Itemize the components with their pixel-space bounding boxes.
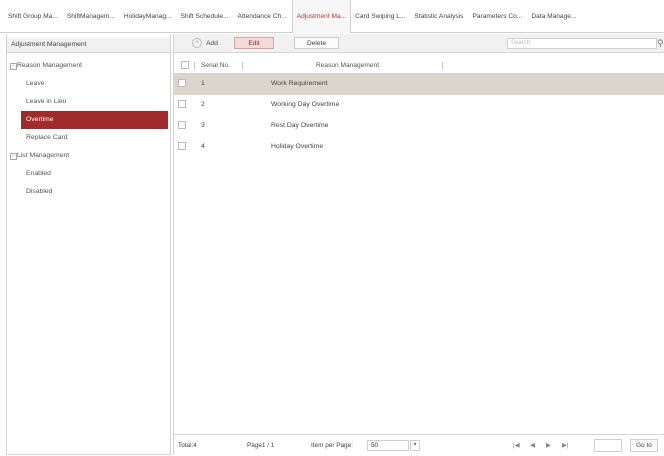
tree-group-reason-management[interactable]: − Reason Management bbox=[7, 57, 170, 75]
toolbar: + Add Edit Delete Search ⚲ bbox=[174, 34, 664, 53]
delete-button[interactable]: Delete bbox=[294, 37, 339, 49]
tab-parameters-config[interactable]: Parameters Co... bbox=[468, 0, 527, 33]
collapse-icon[interactable]: − bbox=[10, 63, 17, 70]
first-page-icon[interactable]: |◀ bbox=[513, 440, 520, 451]
column-header-serial[interactable]: Serial No. bbox=[201, 58, 230, 73]
tab-adjustment-management[interactable]: Adjustment Ma... bbox=[291, 0, 352, 33]
row-serial: 4 bbox=[201, 143, 205, 150]
tab-card-swiping-log[interactable]: Card Swiping L... bbox=[351, 0, 410, 33]
checkbox-icon bbox=[178, 100, 186, 109]
chevron-down-icon[interactable]: ▾ bbox=[410, 440, 420, 451]
column-divider bbox=[242, 62, 243, 70]
row-reason: Holiday Overtime bbox=[271, 143, 324, 150]
total-count: Total:4 bbox=[178, 442, 197, 449]
page-number-input[interactable] bbox=[594, 439, 622, 452]
sidebar-item-leave[interactable]: Leave bbox=[7, 75, 170, 93]
items-per-page-label: Item per Page: bbox=[311, 442, 353, 449]
checkbox-icon bbox=[181, 61, 189, 70]
select-all-checkbox[interactable] bbox=[181, 58, 189, 73]
table-header: Serial No. Reason Management bbox=[174, 58, 664, 74]
sidebar-item-enabled[interactable]: Enabled bbox=[7, 165, 170, 183]
prev-page-icon[interactable]: ◀ bbox=[530, 440, 535, 451]
row-serial: 2 bbox=[201, 101, 205, 108]
sidebar-item-label: Leave in Lieu bbox=[26, 98, 67, 105]
sidebar-item-label: Overtime bbox=[26, 116, 54, 123]
table-row[interactable]: 1 Work Requirement bbox=[174, 74, 664, 95]
tree-group-label: Reason Management bbox=[17, 62, 82, 69]
sidebar-item-label: Replace Card bbox=[26, 134, 68, 141]
sidebar-item-overtime[interactable]: Overtime bbox=[21, 111, 168, 129]
collapse-icon[interactable]: − bbox=[10, 153, 17, 160]
tab-statistic-analysis[interactable]: Statistic Analysis bbox=[410, 0, 468, 33]
edit-button[interactable]: Edit bbox=[234, 37, 274, 49]
column-header-reason[interactable]: Reason Management bbox=[316, 58, 379, 73]
row-reason: Work Requirement bbox=[271, 80, 328, 87]
checkbox-icon bbox=[178, 79, 186, 88]
table-row[interactable]: 2 Working Day Overtime bbox=[174, 95, 664, 116]
row-reason: Working Day Overtime bbox=[271, 101, 340, 108]
tab-shift-management[interactable]: ShiftManagem... bbox=[63, 0, 120, 33]
table-body: 1 Work Requirement 2 Working Day Overtim… bbox=[174, 74, 664, 158]
table-row[interactable]: 4 Holiday Overtime bbox=[174, 137, 664, 158]
checkbox-icon bbox=[178, 142, 186, 151]
row-reason: Rest Day Overtime bbox=[271, 122, 329, 129]
page-indicator: Page1 / 1 bbox=[247, 442, 275, 449]
tab-holiday-management[interactable]: HolidayManag... bbox=[120, 0, 177, 33]
sidebar-header: Adjustment Management bbox=[7, 38, 170, 53]
sidebar-tree: − Reason Management Leave Leave in Lieu … bbox=[7, 53, 170, 201]
sidebar-item-label: Disabled bbox=[26, 188, 53, 195]
search-input[interactable]: Search bbox=[507, 38, 657, 49]
checkbox-icon bbox=[178, 121, 186, 130]
sidebar: Adjustment Management − Reason Managemen… bbox=[6, 34, 171, 455]
tree-group-list-management[interactable]: − List Management bbox=[7, 147, 170, 165]
tab-shift-schedule[interactable]: Shift Schedule... bbox=[177, 0, 234, 33]
row-checkbox[interactable] bbox=[178, 95, 186, 115]
row-checkbox[interactable] bbox=[178, 116, 186, 136]
sidebar-item-replace-card[interactable]: Replace Card bbox=[7, 129, 170, 147]
row-checkbox[interactable] bbox=[178, 137, 186, 157]
go-to-button[interactable]: Go to bbox=[630, 439, 658, 452]
tab-data-management[interactable]: Data Manage... bbox=[527, 0, 581, 33]
add-button-label: Add bbox=[206, 40, 218, 47]
tab-shift-group[interactable]: Shift Group Ma... bbox=[4, 0, 63, 33]
table-row[interactable]: 3 Rest Day Overtime bbox=[174, 116, 664, 137]
row-serial: 1 bbox=[201, 80, 205, 87]
sidebar-item-leave-in-lieu[interactable]: Leave in Lieu bbox=[7, 93, 170, 111]
module-tabs: Shift Group Ma... ShiftManagem... Holida… bbox=[0, 0, 664, 33]
column-divider bbox=[442, 62, 443, 70]
pagination-bar: Total:4 Page1 / 1 Item per Page: 50 ▾ |◀… bbox=[174, 434, 664, 456]
last-page-icon[interactable]: ▶| bbox=[562, 440, 569, 451]
main-panel: + Add Edit Delete Search ⚲ Serial No. Rea… bbox=[173, 34, 664, 456]
sidebar-item-label: Leave bbox=[26, 80, 45, 87]
sidebar-item-label: Enabled bbox=[26, 170, 51, 177]
search-icon[interactable]: ⚲ bbox=[657, 38, 664, 48]
row-serial: 3 bbox=[201, 122, 205, 129]
column-divider bbox=[194, 62, 195, 70]
add-icon: + bbox=[192, 38, 203, 49]
row-checkbox[interactable] bbox=[178, 74, 186, 94]
next-page-icon[interactable]: ▶ bbox=[546, 440, 551, 451]
sidebar-item-disabled[interactable]: Disabled bbox=[7, 183, 170, 201]
add-button[interactable]: + Add bbox=[186, 37, 224, 49]
tab-attendance-check[interactable]: Attendance Ch... bbox=[234, 0, 292, 33]
items-per-page-select[interactable]: 50 bbox=[367, 440, 409, 451]
